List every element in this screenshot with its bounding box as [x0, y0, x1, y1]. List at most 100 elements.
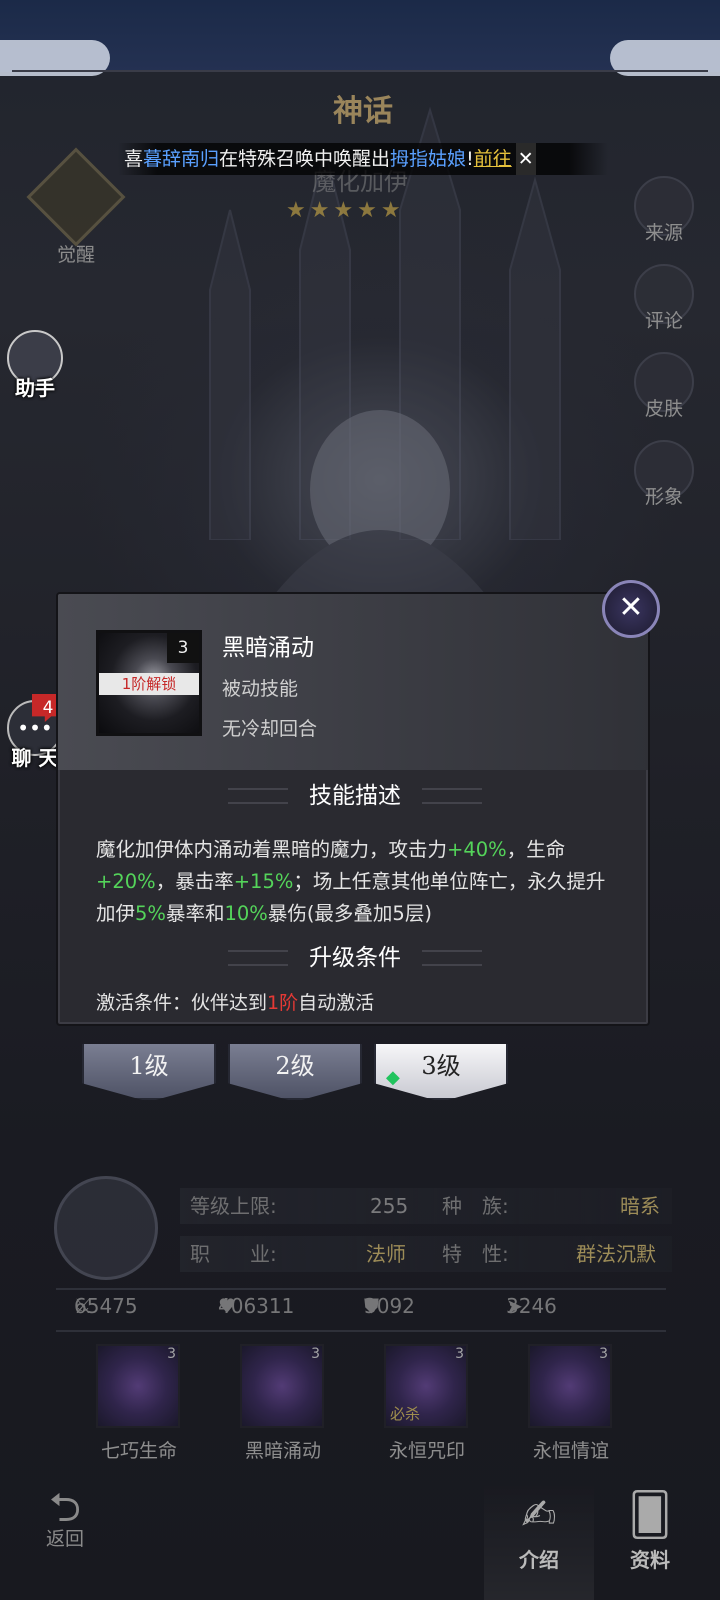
appearance-label: 形象 [644, 486, 683, 508]
skill-slot-1[interactable]: 3 七巧生命 [96, 1344, 182, 1463]
desc-text: ，生命 [506, 838, 566, 861]
skill-level-badge: 3 [167, 633, 199, 663]
ornament-right-icon [422, 788, 482, 804]
ultimate-tag: 必杀 [390, 1405, 421, 1423]
upgrade-section-title: 升级条件 [58, 938, 648, 978]
crit-stack-bonus: 5% [135, 902, 166, 925]
tab-label: 1级 [129, 1052, 169, 1080]
hp-value: 406311 [218, 1294, 295, 1318]
desc-text: 暴率和 [165, 902, 225, 925]
trait-value: 群法沉默 [576, 1242, 656, 1266]
skill-cooldown: 无冷却回合 [222, 718, 318, 740]
awaken-emblem-icon [26, 147, 126, 247]
intro-label: 介绍 [519, 1548, 559, 1572]
broadcast-hero: 拇指姑娘 [390, 148, 467, 170]
skin-label: 皮肤 [644, 398, 683, 420]
skill-icon: 3 [96, 1344, 180, 1428]
rank-title: 神话 [333, 94, 393, 129]
hero-portrait-avatar [54, 1176, 158, 1280]
desc-text: 魔化加伊体内涌动着黑暗的魔力，攻击力 [96, 838, 448, 861]
desc-text: ，暴击率 [155, 870, 234, 893]
race-label: 种 族: [442, 1194, 509, 1218]
class-value: 法师 [366, 1242, 406, 1266]
skill-level: 3 [455, 1346, 464, 1362]
activation-condition: 激活条件：伙伴达到1阶自动激活 [96, 988, 374, 1015]
helper-button[interactable]: 助手 [4, 330, 66, 401]
ornament-left-icon [228, 950, 288, 966]
dark-swirl-skill-icon: 3 1阶解锁 [96, 630, 202, 736]
skill-type: 被动技能 [222, 678, 299, 700]
broadcast-goto-link[interactable]: 前往 [474, 148, 512, 170]
cond-rank: 1阶 [267, 992, 299, 1014]
crit-bonus: +15% [233, 870, 294, 893]
skill-slot-2[interactable]: 3 黑暗涌动 [240, 1344, 326, 1463]
level-cap-label: 等级上限: [190, 1194, 277, 1218]
skill-label: 七巧生命 [100, 1440, 177, 1462]
skin-button[interactable]: 皮肤 [632, 352, 696, 421]
awaken-button[interactable]: 觉醒 [26, 147, 126, 266]
skill-icon: 3 必杀 [384, 1344, 468, 1428]
unlock-tag: 1阶解锁 [99, 673, 199, 695]
comment-button[interactable]: 评论 [632, 264, 696, 333]
close-icon[interactable]: ✕ [515, 143, 536, 175]
appearance-button[interactable]: 形象 [632, 440, 696, 509]
skill-level: 3 [599, 1346, 608, 1362]
speed-value: 3246 [506, 1294, 557, 1318]
back-button[interactable]: ⮌ 返回 [30, 1486, 100, 1551]
skill-icon: 3 [528, 1344, 612, 1428]
ornament-right-icon [422, 950, 482, 966]
scroll-icon: ✍ [521, 1490, 557, 1539]
hero-figure [270, 410, 490, 600]
defense-value: 3092 [364, 1294, 415, 1318]
star-rating: ★★★★★ [286, 198, 405, 223]
critdmg-stack-bonus: 10% [224, 902, 268, 925]
race-value: 暗系 [620, 1194, 660, 1218]
broadcast-prefix: 喜 [124, 148, 144, 170]
hp-bonus: +20% [96, 870, 156, 893]
back-label: 返回 [45, 1528, 84, 1550]
card-icon: 🂠 [628, 1490, 672, 1539]
close-icon: ✕ [618, 590, 644, 625]
ornament-left-icon [228, 788, 288, 804]
tab-intro[interactable]: ✍ 介绍 [484, 1482, 594, 1600]
source-label: 来源 [644, 222, 683, 244]
tab-label: 2级 [275, 1052, 315, 1080]
skill-label: 黑暗涌动 [244, 1440, 321, 1462]
divider [56, 1288, 666, 1290]
divider [56, 1330, 666, 1332]
broadcast-bang: ! [466, 148, 474, 170]
comment-label: 评论 [644, 310, 683, 332]
info-label: 资料 [630, 1548, 670, 1572]
source-button[interactable]: 来源 [632, 176, 696, 245]
popup-close-button[interactable]: ✕ [602, 580, 660, 638]
helper-label: 助手 [15, 376, 55, 400]
skill-slot-4[interactable]: 3 永恒情谊 [528, 1344, 614, 1463]
desc-section-title: 技能描述 [58, 776, 648, 816]
skill-description: 魔化加伊体内涌动着黑暗的魔力，攻击力+40%，生命+20%，暴击率+15%；场上… [96, 834, 616, 930]
attack-value: 65475 [74, 1294, 138, 1318]
frame-border [12, 70, 708, 72]
tab-info[interactable]: 🂠 资料 [600, 1482, 700, 1600]
skill-label: 永恒情谊 [532, 1440, 609, 1462]
skill-detail-popup: 3 1阶解锁 黑暗涌动 被动技能 无冷却回合 技能描述 魔化加伊体内涌动着黑暗的… [56, 592, 650, 1026]
broadcast-player: 暮辞南归 [143, 148, 220, 170]
upgrade-section-label: 升级条件 [309, 945, 401, 971]
trait-label: 特 性: [442, 1242, 509, 1266]
skill-label: 永恒咒印 [388, 1440, 465, 1462]
skill-level: 3 [167, 1346, 176, 1362]
class-label: 职 业: [190, 1242, 277, 1266]
summon-broadcast: 喜暮辞南归在特殊召唤中唤醒出拇指姑娘!前往 ✕ [118, 143, 608, 175]
level-cap-value: 255 [370, 1194, 409, 1218]
skill-slot-3[interactable]: 3 必杀 永恒咒印 [384, 1344, 470, 1463]
cond-text: 自动激活 [298, 992, 375, 1014]
desc-section-label: 技能描述 [309, 783, 401, 809]
skill-icon: 3 [240, 1344, 324, 1428]
tab-label: 3级 [421, 1052, 461, 1080]
desc-text: 暴伤(最多叠加5层) [267, 902, 432, 925]
stat-row-1: 等级上限: 255 种 族: 暗系 [180, 1188, 672, 1224]
skill-level: 3 [311, 1346, 320, 1362]
cond-text: 激活条件：伙伴达到 [96, 992, 268, 1014]
attack-bonus: +40% [447, 838, 507, 861]
broadcast-text: 在特殊召唤中唤醒出 [219, 148, 391, 170]
skill-name: 黑暗涌动 [222, 635, 314, 661]
